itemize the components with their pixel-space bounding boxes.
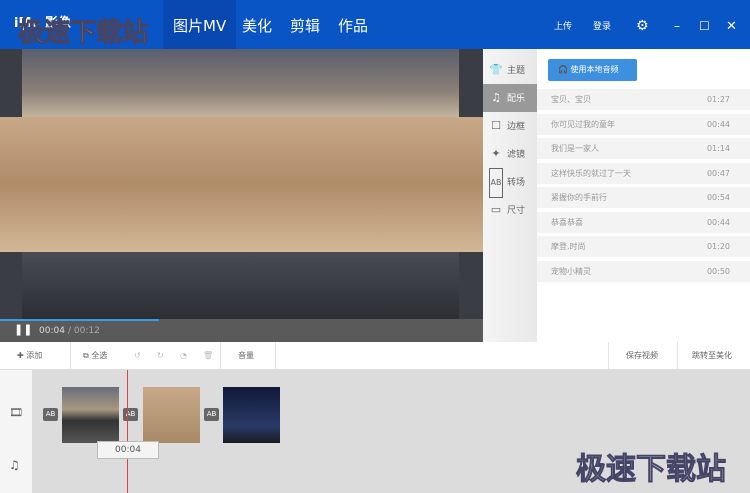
track-duration: 01:20 (706, 242, 730, 251)
undo-icon[interactable]: ↺ (134, 342, 141, 370)
label: 转场 (507, 178, 526, 188)
track-item[interactable]: 你可见过我的童年 00:44 (537, 113, 750, 135)
label: 尺寸 (507, 206, 526, 216)
track-item[interactable]: 我们是一家人 01:14 (537, 138, 750, 159)
track-duration: 00:47 (706, 168, 730, 178)
goto-beautify-button[interactable]: 跳转至美化 (692, 342, 732, 370)
upload-button[interactable]: 上传 (554, 0, 572, 49)
sidebar-item-music[interactable]: ♫ 配乐 (483, 84, 537, 112)
timeline-side: 🎞 ♫ (0, 370, 32, 493)
volume-button[interactable]: 音量 (238, 342, 254, 370)
label: 使用本地音频 (570, 65, 619, 74)
track-name: 摩登.时尚 (551, 242, 586, 251)
toolbar: ✚ 添加 ⧉ 全选 ↺ ↻ ◔ 🗑 音量 保存视频 跳转至美化 (0, 342, 750, 370)
ab-icon: AB (489, 168, 503, 198)
music-icon: ♫ (491, 91, 501, 104)
track-name: 紧握你的手前行 (551, 193, 607, 202)
track-item[interactable]: 恭喜恭喜 00:44 (537, 211, 750, 233)
progress-bar[interactable] (0, 319, 160, 321)
track-name: 这样快乐的就过了一天 (551, 168, 631, 178)
track-item[interactable]: 宠物小精灵 00:50 (537, 260, 750, 282)
save-video-button[interactable]: 保存视频 (626, 342, 658, 370)
clip-2[interactable] (143, 387, 200, 443)
shirt-icon: 👕 (489, 63, 503, 76)
pause-icon[interactable]: ❚❚ (14, 323, 32, 336)
monitor-icon: ▭ (490, 203, 502, 216)
sidebar-item-border[interactable]: ☐ 边框 (483, 112, 537, 140)
sidebar-item-size[interactable]: ▭ 尺寸 (483, 196, 537, 224)
track-duration: 01:14 (706, 144, 730, 153)
close-icon[interactable]: ✕ (726, 0, 737, 49)
track-duration: 00:44 (706, 217, 730, 227)
track-name: 你可见过我的童年 (551, 119, 615, 129)
transition-icon[interactable]: AB (43, 408, 58, 421)
gear-icon[interactable]: ⚙ (636, 0, 649, 49)
login-button[interactable]: 登录 (593, 0, 611, 49)
maximize-icon[interactable]: ☐ (699, 0, 710, 49)
track-name: 恭喜恭喜 (551, 217, 583, 227)
label: 滤镜 (507, 150, 526, 160)
label: 边框 (507, 122, 526, 132)
track-item[interactable]: 宝贝、宝贝 01:27 (537, 89, 750, 110)
watermark: 极速下载站 (576, 452, 727, 488)
add-music-icon[interactable]: ♫ (9, 458, 20, 472)
player-controls: ❚❚ 00:04 / 00:12 (0, 319, 483, 342)
sidebar-item-transition[interactable]: AB 转场 (483, 168, 537, 198)
total-time: / 00:12 (68, 326, 100, 336)
trash-icon[interactable]: 🗑 (203, 342, 213, 370)
label: 添加 (26, 351, 43, 360)
tab-picture-mv[interactable]: 图片MV (163, 0, 237, 49)
transition-icon[interactable]: AB (204, 408, 219, 421)
border-icon: ☐ (491, 119, 501, 132)
sidebar-item-filter[interactable]: ✦ 滤镜 (483, 140, 537, 168)
track-item[interactable]: 紧握你的手前行 00:54 (537, 187, 750, 208)
redo-icon[interactable]: ↻ (157, 342, 164, 370)
clock-icon[interactable]: ◔ (180, 342, 187, 370)
music-panel: 🎧 使用本地音频 宝贝、宝贝 01:27 你可见过我的童年 00:44 我们是一家人 01… (537, 49, 750, 342)
plus-icon: ✚ (17, 351, 27, 360)
transition-icon[interactable]: AB (123, 408, 138, 421)
playhead[interactable] (127, 370, 128, 493)
wand-icon: ✦ (491, 147, 501, 160)
track-duration: 00:50 (706, 266, 730, 276)
add-button[interactable]: ✚ 添加 (17, 342, 42, 370)
select-all-button[interactable]: ⧉ 全选 (83, 342, 107, 370)
sidebar: 👕 主题 ♫ 配乐 ☐ 边框 ✦ 滤镜 AB 转场 ▭ 尺寸 (483, 49, 537, 342)
playhead-time: 00:04 (97, 441, 159, 459)
label: 配乐 (507, 94, 526, 104)
track-duration: 00:54 (706, 193, 730, 202)
track-item[interactable]: 摩登.时尚 01:20 (537, 236, 750, 257)
track-name: 我们是一家人 (551, 144, 599, 153)
headphones-icon: 🎧 (558, 65, 571, 74)
watermark-top: 极速下载站 (17, 18, 149, 49)
minimize-icon[interactable]: – (674, 0, 680, 49)
clip-3[interactable] (223, 387, 280, 443)
track-duration: 01:27 (706, 95, 730, 104)
current-time: 00:04 (39, 326, 65, 336)
video-preview (0, 49, 483, 319)
tab-works[interactable]: 作品 (328, 0, 378, 49)
track-duration: 00:44 (706, 119, 730, 129)
sidebar-item-theme[interactable]: 👕 主题 (483, 56, 537, 84)
label: 主题 (507, 66, 526, 76)
use-local-audio-button[interactable]: 🎧 使用本地音频 (548, 59, 637, 81)
tab-edit[interactable]: 剪辑 (280, 0, 330, 49)
clip-1[interactable] (62, 387, 119, 443)
track-name: 宠物小精灵 (551, 266, 591, 276)
track-item[interactable]: 这样快乐的就过了一天 00:47 (537, 162, 750, 184)
tab-beautify[interactable]: 美化 (232, 0, 282, 49)
label: 全选 (91, 351, 108, 360)
add-clip-icon[interactable]: 🎞 (9, 406, 23, 419)
track-name: 宝贝、宝贝 (551, 95, 591, 104)
